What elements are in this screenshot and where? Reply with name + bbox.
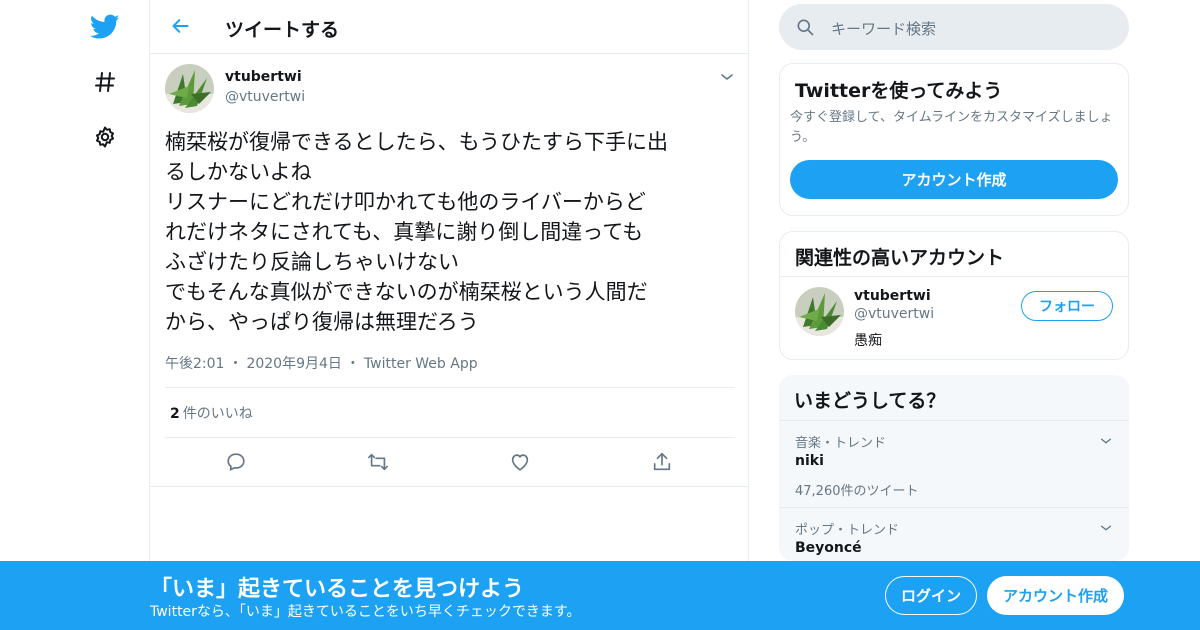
hashtag-icon[interactable] xyxy=(90,67,120,97)
search-bar[interactable]: キーワード検索 xyxy=(779,4,1129,50)
related-accounts-card: 関連性の高いアカウント vtubertwi @vtuvertwi 愚痴 フォロー xyxy=(779,231,1129,360)
account-bio: 愚痴 xyxy=(854,333,882,349)
divider xyxy=(150,486,748,487)
chevron-down-icon[interactable] xyxy=(1099,520,1113,534)
trend-count: 47,260件のツイート xyxy=(795,484,919,499)
trend-category: ポップ・トレンド xyxy=(795,523,900,538)
search-icon xyxy=(795,17,815,41)
divider xyxy=(165,387,735,388)
like-count-label: 件のいいね xyxy=(182,406,253,422)
signup-card: Twitterを使ってみよう 今すぐ登録して、タイムラインをカスタマイズしましょ… xyxy=(779,63,1129,216)
page-header: ツイートする xyxy=(150,0,748,54)
create-account-button[interactable]: アカウント作成 xyxy=(790,160,1118,199)
meta-separator: ・ xyxy=(228,356,243,372)
like-count-number: 2 xyxy=(170,406,180,422)
banner-subtitle: Twitterなら、「いま」起きていることをいち早くチェックできます。 xyxy=(150,604,581,620)
account-name[interactable]: vtubertwi xyxy=(854,288,931,304)
tweet-source[interactable]: Twitter Web App xyxy=(364,356,478,372)
twitter-bird-icon[interactable] xyxy=(90,12,120,42)
trend-category: 音楽・トレンド xyxy=(795,436,887,451)
account-handle[interactable]: @vtuvertwi xyxy=(854,306,934,322)
card-title: いまどうしてる？ xyxy=(794,390,946,412)
tweet-time[interactable]: 午後2:01 xyxy=(165,356,224,372)
back-arrow-icon[interactable] xyxy=(168,13,194,39)
share-icon[interactable] xyxy=(649,449,675,475)
avatar[interactable] xyxy=(795,287,844,336)
divider xyxy=(780,276,1128,277)
left-nav xyxy=(84,0,128,630)
card-title: 関連性の高いアカウント xyxy=(795,247,1005,269)
avatar[interactable] xyxy=(165,64,214,113)
tweet-text: 楠栞桜が復帰できるとしたら、もうひたすら下手に出 るしかないよね リスナーにどれ… xyxy=(165,130,668,334)
divider xyxy=(779,507,1129,508)
main-column: ツイートする vtubertwi @vtuvertwi 楠栞桜が復帰できるとした… xyxy=(149,0,749,630)
trends-card: いまどうしてる？ 音楽・トレンド niki 47,260件のツイート ポップ・ト… xyxy=(779,375,1129,561)
author-name[interactable]: vtubertwi xyxy=(225,69,302,85)
tweet-actions xyxy=(165,449,735,475)
login-button[interactable]: ログイン xyxy=(885,576,977,615)
trend-name: niki xyxy=(795,453,824,469)
author-handle[interactable]: @vtuvertwi xyxy=(225,89,305,105)
retweet-icon[interactable] xyxy=(365,449,391,475)
chevron-down-icon[interactable] xyxy=(719,69,735,85)
banner-title: 「いま」起きていることを見つけよう xyxy=(150,577,525,602)
heart-icon[interactable] xyxy=(507,449,533,475)
card-title: Twitterを使ってみよう xyxy=(795,80,1003,102)
signup-banner: 「いま」起きていることを見つけよう Twitterなら、「いま」起きていることを… xyxy=(0,561,1200,630)
reply-icon[interactable] xyxy=(223,449,249,475)
page-title: ツイートする xyxy=(225,19,340,41)
create-account-button[interactable]: アカウント作成 xyxy=(987,576,1124,615)
card-subtitle: 今すぐ登録して、タイムラインをカスタマイズしましょう。 xyxy=(790,110,1113,145)
tweet-date[interactable]: 2020年9月4日 xyxy=(246,356,341,372)
divider xyxy=(165,437,735,438)
tweet-meta: 午後2:01 ・ 2020年9月4日・ Twitter Web App xyxy=(165,353,482,373)
gear-icon[interactable] xyxy=(90,122,120,152)
follow-button[interactable]: フォロー xyxy=(1021,291,1113,321)
search-input[interactable]: キーワード検索 xyxy=(831,18,936,39)
meta-separator: ・ xyxy=(345,356,360,372)
trend-name: Beyoncé xyxy=(795,540,862,556)
like-count[interactable]: 2 件のいいね xyxy=(170,403,253,423)
chevron-down-icon[interactable] xyxy=(1099,433,1113,447)
divider xyxy=(779,420,1129,421)
